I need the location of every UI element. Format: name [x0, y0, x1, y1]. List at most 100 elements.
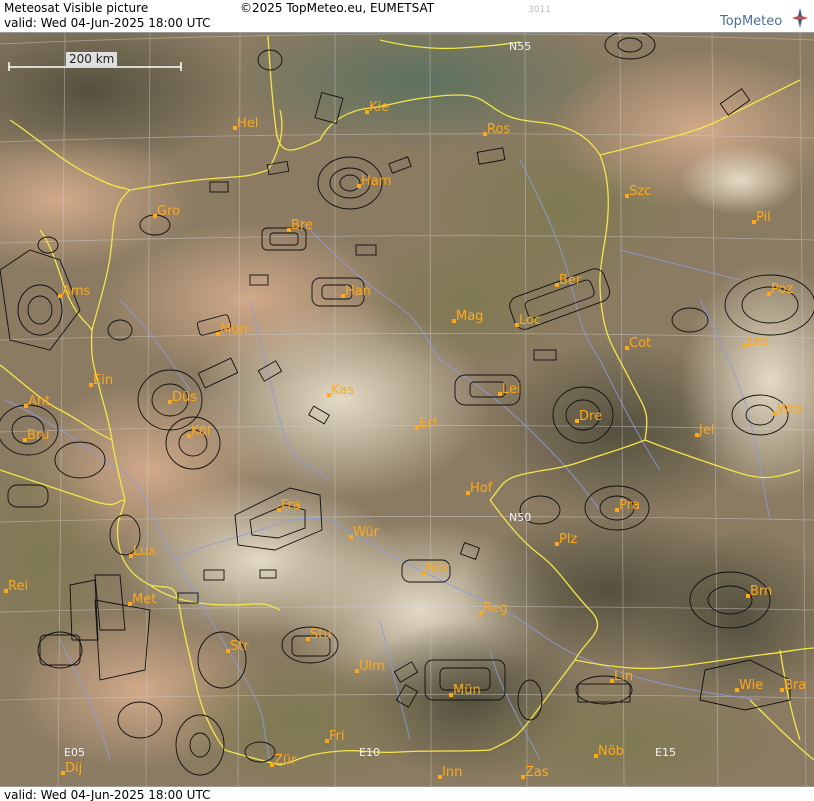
city-label: Mün — [453, 683, 481, 698]
cloud-texture — [0, 10, 814, 800]
city-label: Cot — [629, 336, 651, 351]
city-marker: Kie — [365, 100, 389, 115]
copyright-text: ©2025 TopMeteo.eu, EUMETSAT — [240, 1, 435, 15]
city-label: Jel — [698, 423, 714, 438]
city-marker: Mün — [449, 683, 481, 698]
city-marker: Gro — [153, 204, 180, 219]
city-label: Kas — [331, 383, 354, 398]
city-label: Hel — [237, 116, 258, 131]
city-marker: Hel — [233, 116, 258, 131]
city-marker: Bra — [780, 678, 806, 693]
city-marker: Köl — [187, 424, 210, 439]
city-label: Inn — [442, 765, 462, 780]
city-marker: Wür — [349, 525, 380, 540]
city-label: Ein — [93, 373, 113, 388]
city-label: Pra — [619, 498, 640, 513]
scale-label: 200 km — [66, 52, 118, 67]
city-label: Bre — [291, 218, 313, 233]
city-marker: Lux — [129, 544, 156, 559]
city-label: Fri — [329, 729, 345, 744]
city-label: Hof — [470, 481, 493, 496]
city-marker: Poz — [767, 282, 793, 297]
graticule-label: N50 — [509, 511, 531, 524]
city-label: Ams — [62, 284, 91, 299]
city-label: Brn — [750, 584, 772, 599]
city-label: Wro — [777, 402, 802, 417]
city-label: Dre — [579, 409, 602, 424]
city-label: Mün — [220, 322, 248, 337]
city-label: Fra — [281, 498, 301, 513]
city-marker: Düs — [168, 390, 197, 405]
footer-valid-time: valid: Wed 04-Jun-2025 18:00 UTC — [4, 788, 211, 801]
city-label: Lei — [502, 382, 521, 397]
city-label: Bru — [27, 428, 50, 443]
city-label: Ulm — [359, 659, 385, 674]
city-label: Les — [747, 334, 769, 349]
header-bar: Meteosat Visible picture valid: Wed 04-J… — [0, 0, 814, 33]
city-label: Kie — [369, 100, 389, 115]
city-marker: Mag — [452, 309, 483, 324]
city-marker: Kas — [327, 383, 354, 398]
city-label: Poz — [771, 282, 793, 297]
graticule-label: E05 — [64, 746, 85, 759]
satellite-map[interactable]: N55 N50 E05 E10 E15 Hel Kie Ros Ham Szc Pil Gro Bre… — [0, 0, 814, 801]
city-marker: Ant — [24, 394, 50, 409]
city-marker: Hof — [466, 481, 493, 496]
image-code: 3011 — [528, 5, 551, 15]
city-label: Ant — [28, 394, 50, 409]
valid-time: valid: Wed 04-Jun-2025 18:00 UTC — [4, 16, 211, 30]
city-label: Ber — [559, 273, 582, 288]
city-label: Met — [132, 592, 156, 607]
graticule-label: E15 — [655, 746, 676, 759]
graticule-label: E10 — [359, 746, 380, 759]
city-label: Düs — [172, 390, 197, 405]
city-marker: Stu — [306, 627, 332, 642]
city-marker: Ein — [89, 373, 113, 388]
city-marker: Les — [743, 334, 769, 349]
city-marker: Loc — [515, 313, 541, 328]
city-marker: Met — [128, 592, 156, 607]
footer-bar: valid: Wed 04-Jun-2025 18:00 UTC — [0, 786, 814, 801]
city-label: Wür — [353, 525, 380, 540]
city-marker: Str — [226, 639, 249, 654]
city-label: Zür — [274, 753, 297, 768]
city-marker: Lin — [610, 669, 633, 684]
city-label: Szc — [629, 184, 651, 199]
city-marker: Cot — [625, 336, 651, 351]
city-marker: Han — [341, 284, 371, 299]
city-marker: Fra — [277, 498, 301, 513]
city-marker: Bre — [287, 218, 313, 233]
city-label: Mag — [456, 309, 483, 324]
city-marker: Reg — [479, 601, 508, 616]
city-marker: Zür — [270, 753, 297, 768]
city-label: Gro — [157, 204, 180, 219]
city-label: Wie — [739, 678, 763, 693]
city-label: Nöb — [598, 744, 624, 759]
city-label: Pil — [756, 210, 771, 225]
city-marker: Bru — [23, 428, 50, 443]
scale-bar: 200 km — [8, 52, 182, 72]
city-label: Plz — [559, 532, 577, 547]
city-marker: Plz — [555, 532, 577, 547]
city-marker: Dij — [61, 761, 82, 776]
city-marker: Dre — [575, 409, 602, 424]
city-marker: Erf — [415, 416, 438, 431]
city-marker: Mün — [216, 322, 248, 337]
city-label: Köl — [191, 424, 210, 439]
city-marker: Rei — [4, 579, 28, 594]
satellite-image: N55 N50 E05 E10 E15 Hel Kie Ros Ham Szc Pil Gro Bre… — [0, 0, 814, 801]
topmeteo-logo[interactable]: TopMeteo — [712, 8, 812, 30]
city-marker: Ros — [483, 122, 510, 137]
city-label: Ros — [487, 122, 510, 137]
city-marker: Wro — [773, 402, 802, 417]
city-label: Zas — [525, 765, 549, 780]
city-label: Str — [230, 639, 249, 654]
logo-text: TopMeteo — [720, 14, 783, 29]
city-label: Loc — [519, 313, 541, 328]
city-marker: Brn — [746, 584, 772, 599]
graticule-label: N55 — [509, 40, 531, 53]
city-label: Dij — [65, 761, 82, 776]
city-marker: Ams — [58, 284, 91, 299]
city-marker: Zas — [521, 765, 549, 780]
city-label: Reg — [483, 601, 508, 616]
